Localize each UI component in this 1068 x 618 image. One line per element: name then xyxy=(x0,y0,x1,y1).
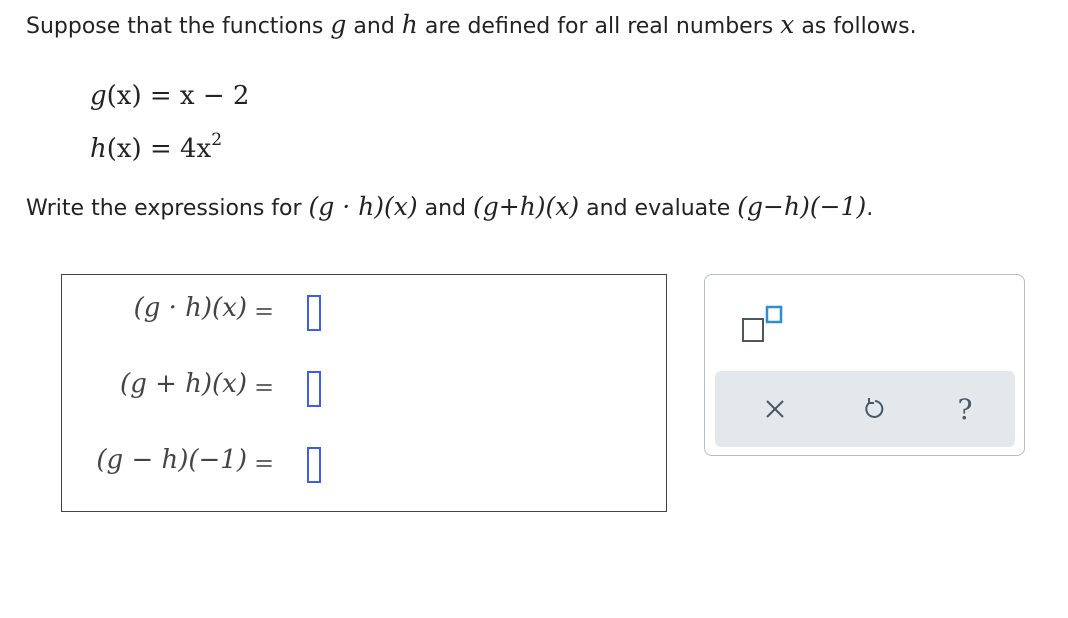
prompt-expr-difference: (g−h)(−1) xyxy=(737,192,867,221)
h-exponent: 2 xyxy=(211,130,223,150)
answer-expr-difference: (g − h)(−1) xyxy=(96,445,247,475)
clear-button[interactable] xyxy=(753,387,797,431)
g-definition: g(x) = x − 2 xyxy=(90,74,249,118)
g-lhs: g xyxy=(90,81,107,111)
answer-input-difference[interactable] xyxy=(307,447,321,483)
answer-row-difference: (g − h)(−1) = xyxy=(62,441,666,491)
undo-icon xyxy=(865,398,884,418)
h-rhs: = 4x xyxy=(141,134,212,164)
equals-sign: = xyxy=(254,297,275,325)
g-arg: (x) xyxy=(106,81,142,111)
close-icon xyxy=(766,400,784,418)
answer-expr-sum: (g + h)(x) xyxy=(120,369,247,399)
intro-h: h xyxy=(401,10,418,39)
intro-part2: are defined for all real numbers xyxy=(417,14,781,39)
intro-and: and xyxy=(346,14,402,39)
question-prompt: Write the expressions for (g · h)(x) and… xyxy=(26,192,873,221)
help-button[interactable]: ? xyxy=(943,387,987,431)
prompt-evaluate: and evaluate xyxy=(579,196,738,221)
intro-g: g xyxy=(330,10,347,39)
intro-part1: Suppose that the functions xyxy=(26,14,331,39)
answer-row-sum: (g + h)(x) = xyxy=(62,365,666,415)
function-definitions: g(x) = x − 2 h(x) = 4x2 xyxy=(90,74,249,171)
h-lhs: h xyxy=(90,134,107,164)
answer-row-product: (g · h)(x) = xyxy=(62,289,666,339)
superscript-template-icon[interactable] xyxy=(741,305,791,345)
action-bar: ? xyxy=(715,371,1015,447)
answer-expr-product: (g · h)(x) xyxy=(133,293,247,323)
answer-input-product[interactable] xyxy=(307,295,321,331)
prompt-and: and xyxy=(417,196,473,221)
prompt-expr-sum: (g+h)(x) xyxy=(473,192,580,221)
prompt-period: . xyxy=(866,196,874,221)
help-icon: ? xyxy=(957,392,973,426)
g-rhs: = x − 2 xyxy=(141,81,250,111)
intro-text: Suppose that the functions g and h are d… xyxy=(26,10,917,39)
undo-button[interactable] xyxy=(853,387,897,431)
math-tool-panel: ? xyxy=(704,274,1025,456)
prompt-expr-product: (g · h)(x) xyxy=(308,192,418,221)
equals-sign: = xyxy=(254,373,275,401)
answer-input-sum[interactable] xyxy=(307,371,321,407)
h-arg: (x) xyxy=(106,134,142,164)
answer-box: (g · h)(x) = (g + h)(x) = (g − h)(−1) = xyxy=(61,274,667,512)
equals-sign: = xyxy=(254,449,275,477)
prompt-write: Write the expressions for xyxy=(26,196,309,221)
intro-part3: as follows. xyxy=(794,14,917,39)
h-definition: h(x) = 4x2 xyxy=(90,118,249,171)
intro-x: x xyxy=(780,10,795,39)
